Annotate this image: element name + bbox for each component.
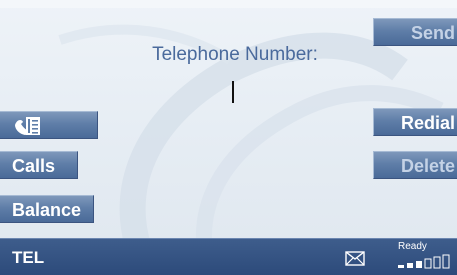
status-bar: TEL Ready <box>0 238 457 275</box>
envelope-icon[interactable] <box>345 251 365 266</box>
balance-button-label: Balance <box>12 200 82 220</box>
delete-button[interactable]: Delete <box>373 151 457 179</box>
signal-strength-icon <box>398 254 450 269</box>
calls-button-label: Calls <box>12 156 56 176</box>
signal-bar <box>407 263 413 268</box>
redial-button-label: Redial <box>400 113 455 133</box>
signal-bar <box>433 256 441 269</box>
balance-button[interactable]: Balance <box>0 195 94 223</box>
send-button[interactable]: Send <box>373 18 457 46</box>
status-mode-label: TEL <box>12 248 45 267</box>
calls-button[interactable]: Calls <box>0 151 78 179</box>
telephone-number-label: Telephone Number: <box>152 44 318 65</box>
phonebook-icon <box>15 117 40 135</box>
signal-bar <box>442 254 450 269</box>
text-cursor <box>232 81 234 103</box>
signal-bar <box>398 265 404 268</box>
delete-button-label: Delete <box>400 156 455 176</box>
phonebook-button[interactable] <box>0 111 98 139</box>
telephone-screen: Telephone Number: Calls Balance Send Red… <box>0 0 457 275</box>
send-button-label: Send <box>410 23 455 43</box>
signal-bar <box>416 261 422 268</box>
network-status-label: Ready <box>398 241 427 252</box>
signal-bar <box>424 258 432 269</box>
redial-button[interactable]: Redial <box>373 108 457 136</box>
telephone-number-input[interactable] <box>230 81 236 103</box>
